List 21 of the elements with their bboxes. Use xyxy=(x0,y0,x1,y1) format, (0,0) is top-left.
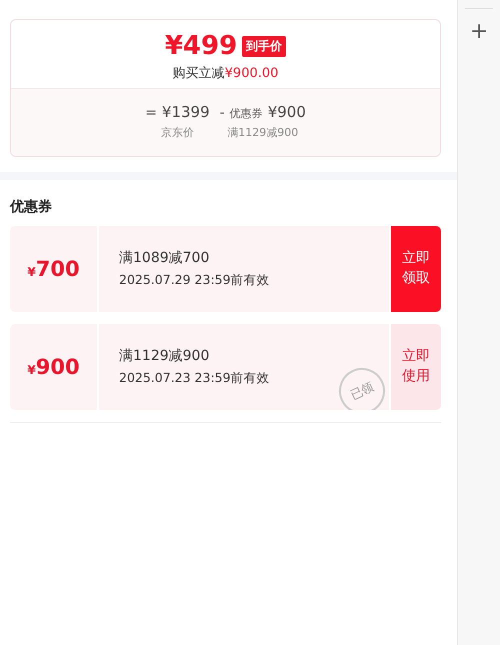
operator-sign: - xyxy=(220,105,225,121)
term-caption: 满1129减900 xyxy=(227,125,298,140)
section-title: 优惠券 xyxy=(10,198,53,216)
coupon-validity: 2025.07.23 23:59前有效 xyxy=(119,370,271,387)
coupon-condition: 满1089减700 xyxy=(119,249,210,267)
term-caption: 京东价 xyxy=(160,125,194,140)
coupon-condition: 满1129减900 xyxy=(119,347,210,365)
final-price: ¥499 xyxy=(164,30,238,62)
coupon-action-button[interactable]: 立即使用 xyxy=(391,324,442,410)
saving-label: 购买立减 xyxy=(172,66,225,81)
term-amount: ¥1399 xyxy=(162,103,210,121)
operator-sign: = xyxy=(145,105,157,121)
add-icon[interactable]: + xyxy=(470,21,488,43)
saving-amount: ¥900.00 xyxy=(224,66,278,81)
coupon-action-button[interactable]: 立即领取 xyxy=(391,226,442,312)
term-label: 优惠券 xyxy=(230,106,263,121)
coupon-value: ¥700 xyxy=(27,257,80,281)
coupon-value: ¥900 xyxy=(27,355,80,379)
term-amount: ¥900 xyxy=(268,103,306,121)
final-price-tag: 到手价 xyxy=(242,36,286,56)
coupon-validity: 2025.07.29 23:59前有效 xyxy=(119,272,271,289)
